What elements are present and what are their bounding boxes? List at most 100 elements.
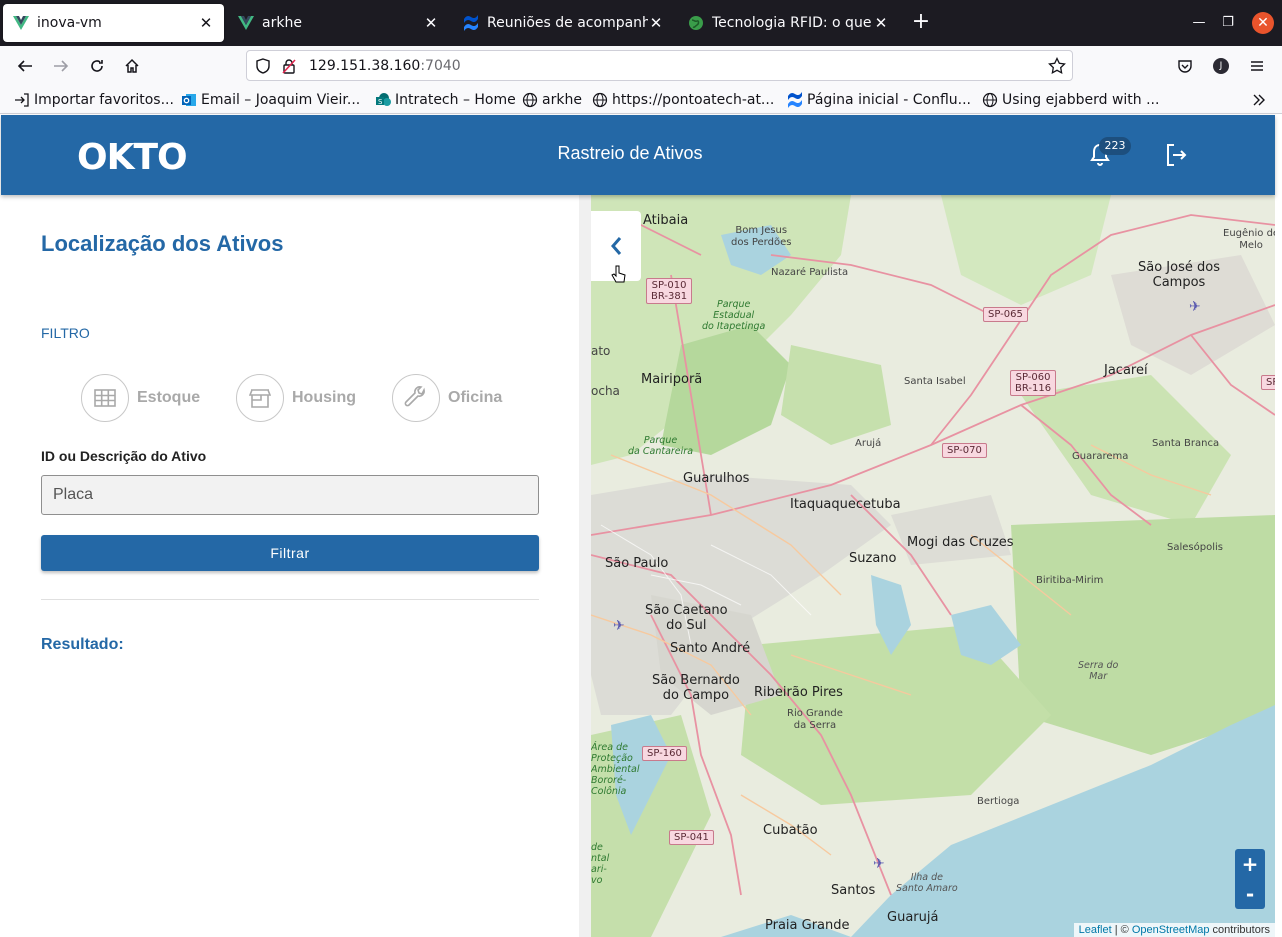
tab-reunioes[interactable]: Reuniões de acompanhar ✕	[453, 4, 674, 42]
close-tab-icon[interactable]: ✕	[423, 14, 439, 32]
road-shield: SP-065	[983, 307, 1028, 322]
map-label: Mairiporã	[641, 372, 703, 387]
sharepoint-icon: S	[376, 93, 391, 106]
tab-arkhe[interactable]: arkhe ✕	[228, 4, 449, 42]
globe-icon	[522, 92, 538, 108]
svg-text:S: S	[378, 98, 383, 106]
bookmark-pontoatech[interactable]: https://pontoatech-at...	[592, 90, 774, 110]
openstreetmap-link[interactable]: OpenStreetMap	[1132, 924, 1210, 936]
restore-icon[interactable]: ❐	[1217, 12, 1239, 34]
insecure-lock-icon[interactable]	[281, 58, 297, 74]
airport-icon: ✈	[873, 856, 885, 872]
filter-button[interactable]: Filtrar	[41, 535, 539, 571]
menu-icon[interactable]	[1245, 54, 1269, 78]
pocket-icon[interactable]	[1173, 54, 1197, 78]
close-tab-icon[interactable]: ✕	[198, 14, 214, 32]
minimize-icon[interactable]: —	[1188, 12, 1210, 34]
map-label: Santos	[831, 883, 876, 898]
map-label: de ntal ari- vo	[591, 842, 610, 886]
vue-icon	[238, 16, 254, 30]
result-label: Resultado:	[41, 636, 124, 653]
bookmark-import[interactable]: Importar favoritos...	[14, 90, 174, 110]
bookmark-label: Importar favoritos...	[34, 92, 174, 108]
zoom-out-button[interactable]: -	[1235, 879, 1265, 909]
road-shield: SP-010 BR-381	[646, 278, 693, 304]
zoom-in-button[interactable]: +	[1235, 849, 1265, 879]
address-bar[interactable]: 129.151.38.160:7040	[246, 50, 1073, 81]
tab-title: inova-vm	[37, 15, 102, 31]
map-label: São José dos Campos	[1138, 260, 1220, 290]
map-label: Guarujá	[887, 910, 939, 925]
map-label: São Paulo	[605, 556, 669, 571]
browser-tab-bar: inova-vm ✕ arkhe ✕ Reuniões de acompanha…	[0, 0, 1282, 46]
filter-section-label: FILTRO	[41, 325, 90, 341]
grid-icon	[81, 374, 129, 422]
globe-icon	[982, 92, 998, 108]
filter-option-housing[interactable]: Housing	[236, 374, 356, 422]
confluence-icon	[464, 15, 478, 31]
bookmark-email[interactable]: Email – Joaquim Vieir...	[181, 90, 360, 110]
tab-inova-vm[interactable]: inova-vm ✕	[3, 4, 224, 42]
bookmark-label: Email – Joaquim Vieir...	[201, 92, 361, 108]
filter-panel: Localização dos Ativos FILTRO Estoque Ho…	[1, 195, 579, 937]
new-tab-button[interactable]: +	[910, 11, 932, 34]
forward-icon[interactable]	[49, 54, 73, 78]
filter-option-oficina[interactable]: Oficina	[392, 374, 502, 422]
tab-title: arkhe	[262, 15, 302, 31]
home-icon[interactable]	[120, 54, 144, 78]
leaflet-link[interactable]: Leaflet	[1079, 924, 1112, 936]
reload-icon[interactable]	[85, 54, 109, 78]
bookmark-confluence[interactable]: Página inicial - Conflu...	[787, 90, 971, 110]
asset-id-input[interactable]	[41, 475, 539, 515]
profile-initial: J	[1213, 58, 1229, 74]
map-label: Atibaia	[643, 213, 689, 228]
bookmark-ejabberd[interactable]: Using ejabberd with ...	[982, 90, 1159, 110]
url-port: :7040	[420, 57, 461, 74]
filter-option-estoque[interactable]: Estoque	[81, 374, 200, 422]
map-label: Bom Jesus dos Perdões	[731, 225, 792, 248]
map-label: ocha	[591, 384, 620, 398]
back-icon[interactable]	[13, 54, 37, 78]
confluence-icon	[788, 92, 802, 108]
bookmarks-overflow-icon[interactable]	[1252, 90, 1266, 110]
map-label: Serra do Mar	[1078, 660, 1119, 682]
road-shield: SP-060 BR-116	[1010, 370, 1057, 396]
tab-rfid[interactable]: Tecnologia RFID: o que é ✕	[678, 4, 899, 42]
close-tab-icon[interactable]: ✕	[873, 14, 889, 32]
close-tab-icon[interactable]: ✕	[648, 14, 664, 32]
attribution-tail: contributors	[1209, 924, 1270, 936]
shield-icon[interactable]	[255, 57, 271, 74]
map[interactable]: Atibaia Bom Jesus dos Perdões Nazaré Pau…	[591, 195, 1275, 937]
bookmark-star-icon[interactable]	[1048, 56, 1066, 75]
map-label: Suzano	[849, 551, 897, 566]
map-label: Itaquaquecetuba	[790, 497, 901, 512]
map-label: São Caetano do Sul	[645, 603, 728, 633]
logout-icon[interactable]	[1164, 142, 1188, 168]
bookmark-label: Intratech – Home	[395, 92, 516, 108]
map-label: Santa Isabel	[904, 376, 966, 387]
store-icon	[236, 374, 284, 422]
globe-icon	[592, 92, 608, 108]
globe-green-icon	[689, 16, 703, 30]
map-label: Eugênio de Melo	[1223, 228, 1275, 251]
map-label: Área de Proteção Ambiental Bororé- Colôn…	[591, 742, 640, 797]
map-label: Ilha de Santo Amaro	[896, 872, 958, 894]
bookmark-intratech[interactable]: S Intratech – Home	[375, 90, 516, 110]
profile-avatar[interactable]: J	[1209, 54, 1233, 78]
map-label: Santo André	[670, 641, 751, 656]
map-tiles	[591, 195, 1275, 937]
map-label: Biritiba-Mirim	[1036, 575, 1104, 586]
close-window-icon[interactable]: ✕	[1252, 12, 1274, 34]
map-label: ato	[591, 344, 611, 358]
notification-badge: 223	[1099, 137, 1131, 155]
filter-option-label: Estoque	[137, 389, 201, 406]
url-text[interactable]: 129.151.38.160:7040	[309, 58, 461, 74]
panel-splitter[interactable]	[579, 195, 591, 937]
zoom-control: + -	[1235, 849, 1265, 909]
map-label: Cubatão	[763, 823, 818, 838]
map-label: Guarulhos	[683, 471, 750, 486]
bookmark-arkhe[interactable]: arkhe	[522, 90, 582, 110]
airport-icon: ✈	[613, 618, 625, 634]
vue-icon	[13, 16, 29, 30]
map-label: Salesópolis	[1167, 542, 1223, 553]
